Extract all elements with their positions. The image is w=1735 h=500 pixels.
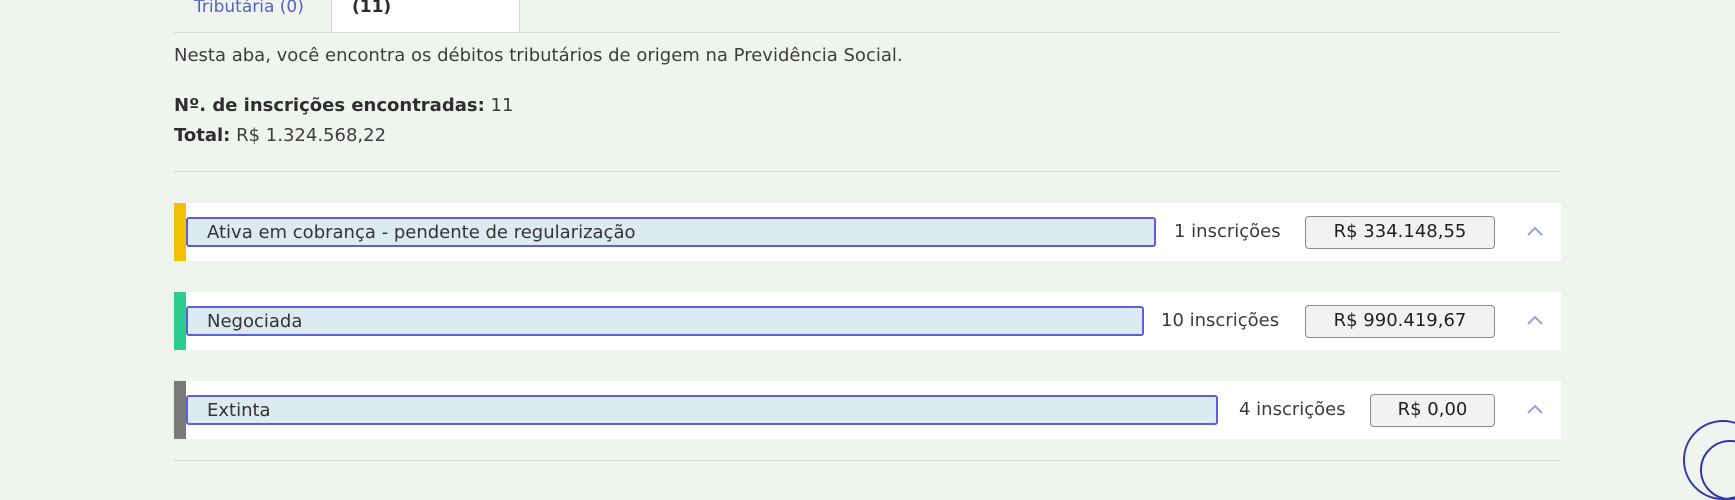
status-row-ativa[interactable]: Ativa em cobrança - pendente de regulari…	[174, 203, 1561, 261]
inscricoes-count: 4 inscrições	[1239, 399, 1346, 420]
status-row-negociada[interactable]: Negociada 10 inscrições R$ 990.419,67	[174, 292, 1561, 350]
total-label: Total:	[174, 125, 231, 146]
inscricoes-count: 1 inscrições	[1174, 221, 1281, 242]
status-color-bar	[174, 203, 186, 261]
chevron-up-icon[interactable]	[1526, 223, 1544, 241]
tab-description: Nesta aba, você encontra os débitos trib…	[174, 45, 903, 66]
inscricoes-count-label: Nº. de inscrições encontradas:	[174, 95, 485, 116]
tab-previdenciaria[interactable]: Previdenciária (11)	[331, 0, 520, 32]
amount-badge: R$ 990.419,67	[1305, 305, 1495, 338]
inscricoes-count-value: 11	[490, 95, 514, 116]
inscricoes-count: Nº. de inscrições encontradas: 11	[174, 95, 513, 116]
amount-badge: R$ 0,00	[1370, 394, 1495, 427]
status-color-bar	[174, 381, 186, 439]
status-label[interactable]: Extinta	[186, 395, 1218, 425]
inscricoes-count: 10 inscrições	[1161, 310, 1280, 331]
status-label[interactable]: Ativa em cobrança - pendente de regulari…	[186, 217, 1156, 247]
tab-tributaria[interactable]: Tributária (0)	[174, 0, 330, 31]
chevron-up-icon[interactable]	[1526, 312, 1544, 330]
status-color-bar	[174, 292, 186, 350]
status-label[interactable]: Negociada	[186, 306, 1144, 336]
divider	[174, 460, 1561, 461]
chevron-up-icon[interactable]	[1526, 401, 1544, 419]
status-row-extinta[interactable]: Extinta 4 inscrições R$ 0,00	[174, 381, 1561, 439]
tab-bar: Tributária (0) Previdenciária (11)	[174, 0, 1561, 33]
total-amount: Total: R$ 1.324.568,22	[174, 125, 386, 146]
divider	[174, 171, 1561, 172]
debts-panel: Tributária (0) Previdenciária (11) Nesta…	[174, 0, 1561, 461]
amount-badge: R$ 334.148,55	[1305, 216, 1495, 249]
total-value: R$ 1.324.568,22	[236, 125, 387, 146]
